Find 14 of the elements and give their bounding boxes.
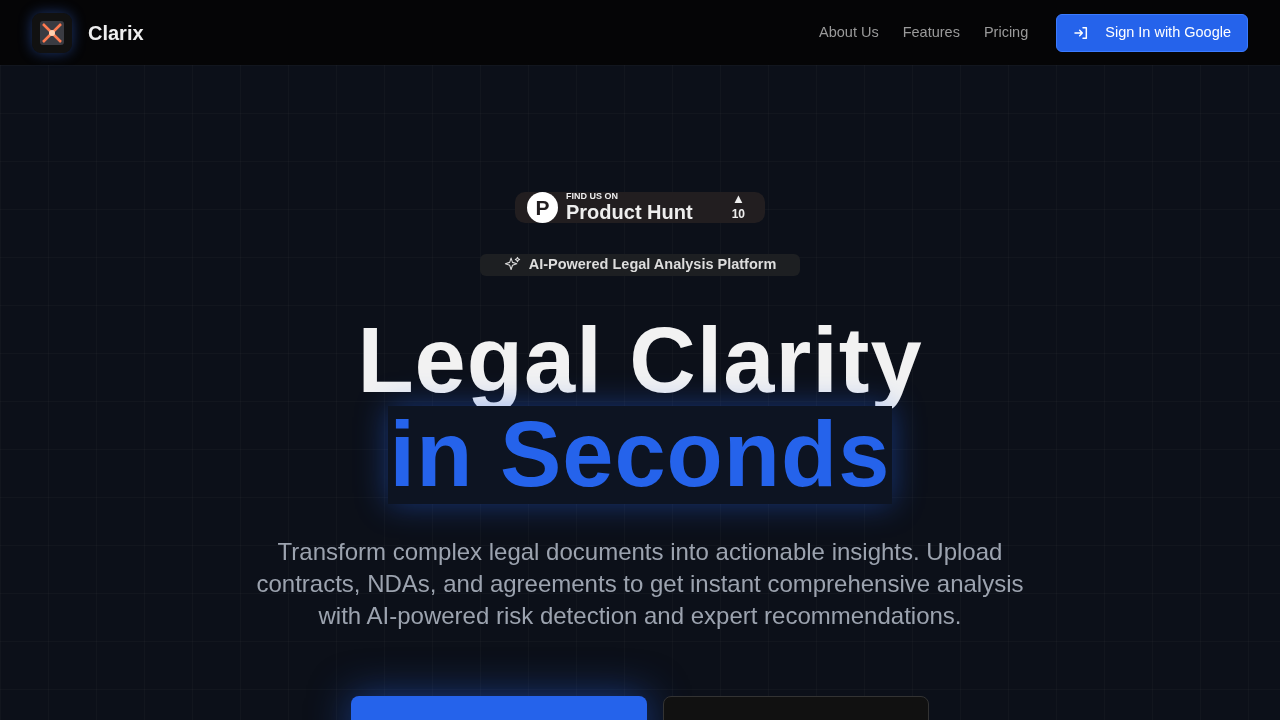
nav-link[interactable]: Pricing <box>983 21 1029 44</box>
logo-icon <box>32 12 72 53</box>
nav-link[interactable]: About Us <box>819 21 879 44</box>
brand-name[interactable]: Clarix <box>88 17 144 48</box>
badge-eyebrow: FIND US ON <box>566 192 619 201</box>
sign-in-button[interactable]: Sign In with Google <box>1056 13 1248 52</box>
product-hunt-logo: P <box>527 192 558 223</box>
upvote-arrow: ▲ <box>731 192 745 205</box>
sign-in-icon <box>1073 24 1090 41</box>
hero-description: Transform complex legal documents into actionable insights. Upload contracts, NDAs, and agreements to get instant comprehensive analysis with AI-powered risk detection and expert recommendations. <box>255 536 1025 631</box>
badge-title: Product Hunt <box>566 201 694 223</box>
nav-link[interactable]: Features <box>902 21 960 44</box>
tagline-text: AI-Powered Legal Analysis Platform <box>528 255 777 274</box>
upvote-count: 10 <box>731 206 745 223</box>
